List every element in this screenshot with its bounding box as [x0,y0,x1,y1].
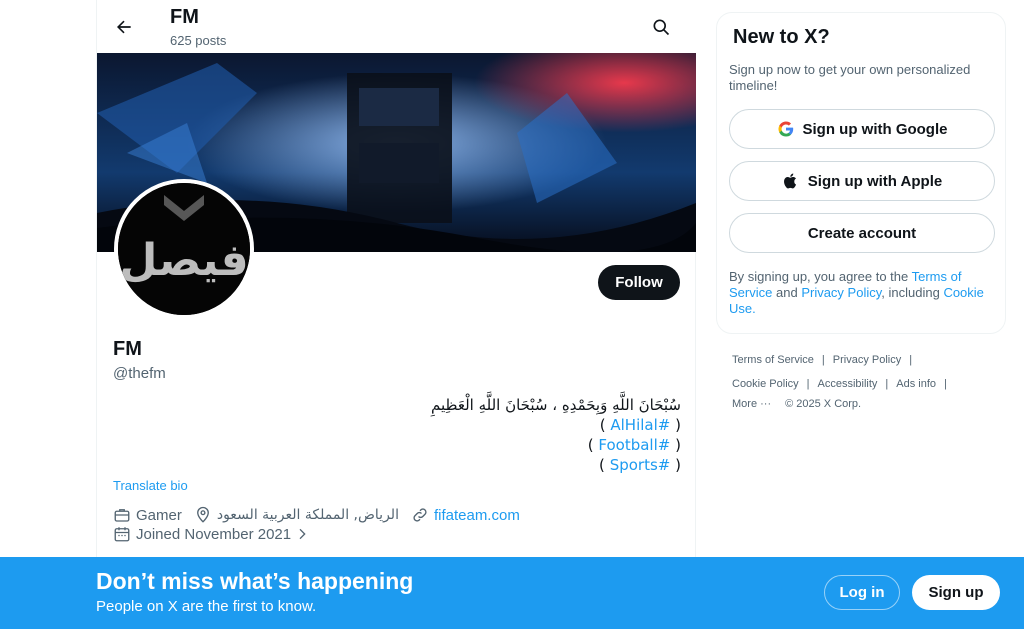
footer-terms-link[interactable]: Terms of Service [732,354,814,366]
profile-meta: Gamer الرياض, المملكة العربية السعود fif… [113,506,532,524]
bio-line: ( #Sports ) [113,455,681,475]
bio-paren: ( [675,416,681,434]
bio-paren: ( [675,436,681,454]
briefcase-icon [114,509,130,522]
location-text: الرياض, المملكة العربية السعود [216,507,399,523]
header-post-count: 625 posts [170,33,227,48]
profile-avatar[interactable]: فيصل [114,179,254,319]
bio-line: سُبْحَانَ اللَّهِ وَبِحَمْدِهِ ، سُبْحَا… [431,396,681,414]
bottom-bar-title: Don’t miss what’s happening [96,568,414,594]
bio-paren: ) [599,416,606,434]
hashtag-alhilal-link[interactable]: #AlHilal [610,416,670,434]
back-button[interactable] [109,12,139,42]
profile-joined[interactable]: Joined November 2021 [113,525,315,543]
link-icon [413,508,427,522]
signup-apple-button[interactable]: Sign up with Apple [729,161,995,201]
footer-links-row: Cookie Policy | Accessibility | Ads info… [732,378,955,390]
profile-bio: سُبْحَانَ اللَّهِ وَبِحَمْدِهِ ، سُبْحَا… [113,395,681,475]
location-pin-icon [196,506,209,523]
joined-text: Joined November 2021 [136,525,292,543]
footer-copyright: © 2025 X Corp. [785,398,862,410]
profile-location: الرياض, المملكة العربية السعود [194,506,399,524]
footer-ads-info-link[interactable]: Ads info [896,378,936,390]
footer-links-row: Terms of Service | Privacy Policy | [732,354,920,366]
hashtag-football-link[interactable]: #Football [598,436,670,454]
bio-line: ( #AlHilal ) [113,415,681,435]
follow-button[interactable]: Follow [598,265,680,300]
google-icon [777,121,793,137]
profile-name: FM [113,338,142,360]
bottom-bar-subtitle: People on X are the first to know. [96,598,317,615]
signup-card-title: New to X? [733,26,830,48]
bio-paren: ) [599,456,605,474]
profile-header-bar: FM 625 posts [97,0,696,53]
profile-column: FM 625 posts فيصل Follow FM @thefm سُبْح… [96,0,696,629]
footer-separator: | [909,354,913,366]
terms-text: , including [881,285,940,300]
footer-links-row: More ··· © 2025 X Corp. [732,398,861,410]
chevron-right-icon [299,528,306,540]
bio-paren: ) [587,436,594,454]
apple-icon [783,173,796,189]
login-button[interactable]: Log in [824,575,900,610]
translate-bio-link[interactable]: Translate bio [113,478,188,493]
calendar-icon [114,527,130,542]
footer-privacy-link[interactable]: Privacy Policy [833,354,901,366]
signup-terms: By signing up, you agree to the Terms of… [729,269,997,317]
footer-separator: | [806,378,810,390]
profile-handle: @thefm [113,365,166,382]
avatar-logo-text: فيصل [119,235,248,286]
back-arrow-icon [117,20,131,34]
terms-text: and [775,285,798,300]
search-button[interactable] [646,12,676,42]
search-icon [653,19,670,36]
website-link[interactable]: fifateam.com [434,507,520,524]
bio-paren: ( [675,456,681,474]
profile-website[interactable]: fifateam.com [411,506,520,524]
login-prompt-bar: Don’t miss what’s happening People on X … [0,557,1024,629]
footer-separator: | [821,354,825,366]
category-text: Gamer [136,506,182,524]
signup-card-subtitle: Sign up now to get your own personalized… [729,62,971,93]
footer-accessibility-link[interactable]: Accessibility [818,378,878,390]
privacy-policy-link[interactable]: Privacy Policy [801,285,881,300]
signup-google-label: Sign up with Google [802,120,948,138]
header-title: FM [170,6,199,28]
signup-google-button[interactable]: Sign up with Google [729,109,995,149]
footer-separator: | [944,378,947,390]
create-account-button[interactable]: Create account [729,213,995,253]
hashtag-sports-link[interactable]: #Sports [610,456,671,474]
footer-cookie-link[interactable]: Cookie Policy [732,378,799,390]
signup-apple-label: Sign up with Apple [807,172,943,190]
bio-line: ( #Football ) [113,435,681,455]
signup-button[interactable]: Sign up [912,575,1000,610]
footer-more-link[interactable]: More ··· [732,398,771,410]
profile-joined-row[interactable]: Joined November 2021 [113,525,327,543]
terms-text: By signing up, you agree to the [729,269,909,284]
profile-category: Gamer [113,506,182,524]
footer-separator: | [885,378,889,390]
signup-card: New to X? Sign up now to get your own pe… [716,12,1006,334]
